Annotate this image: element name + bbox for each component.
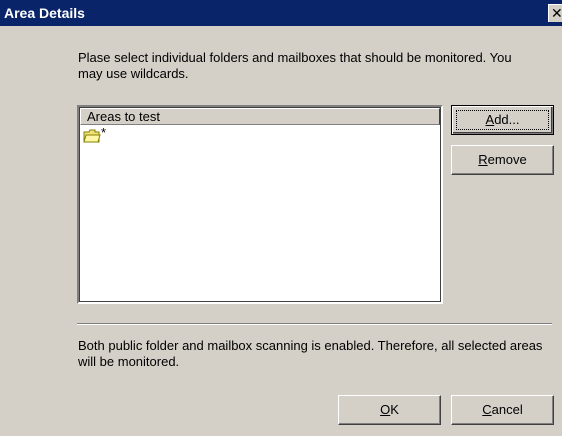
add-button-label: Add... — [485, 112, 520, 127]
cancel-button-label: Cancel — [482, 402, 523, 417]
title-bar[interactable]: Area Details ✕ — [0, 0, 562, 26]
window-title: Area Details — [4, 5, 85, 21]
column-header-areas-to-test[interactable]: Areas to test — [80, 108, 440, 125]
remove-button[interactable]: Remove — [451, 145, 554, 175]
instructions-text: Plase select individual folders and mail… — [78, 50, 512, 81]
ok-button[interactable]: OK — [338, 395, 441, 425]
folder-icon — [83, 129, 101, 143]
remove-button-label: Remove — [478, 152, 527, 167]
cancel-button[interactable]: Cancel — [451, 395, 554, 425]
list-item-label: * — [101, 125, 107, 140]
column-header-label: Areas to test — [87, 109, 160, 124]
close-button[interactable]: ✕ — [548, 4, 562, 22]
ok-button-label: OK — [380, 402, 399, 417]
area-details-dialog: Area Details ✕ Plase select individual f… — [0, 0, 562, 436]
add-button[interactable]: Add... — [451, 105, 554, 135]
areas-list[interactable]: Areas to test * — [77, 105, 443, 304]
separator — [77, 323, 552, 325]
close-icon: ✕ — [551, 5, 562, 21]
scanning-status-text: Both public folder and mailbox scanning … — [78, 338, 543, 369]
